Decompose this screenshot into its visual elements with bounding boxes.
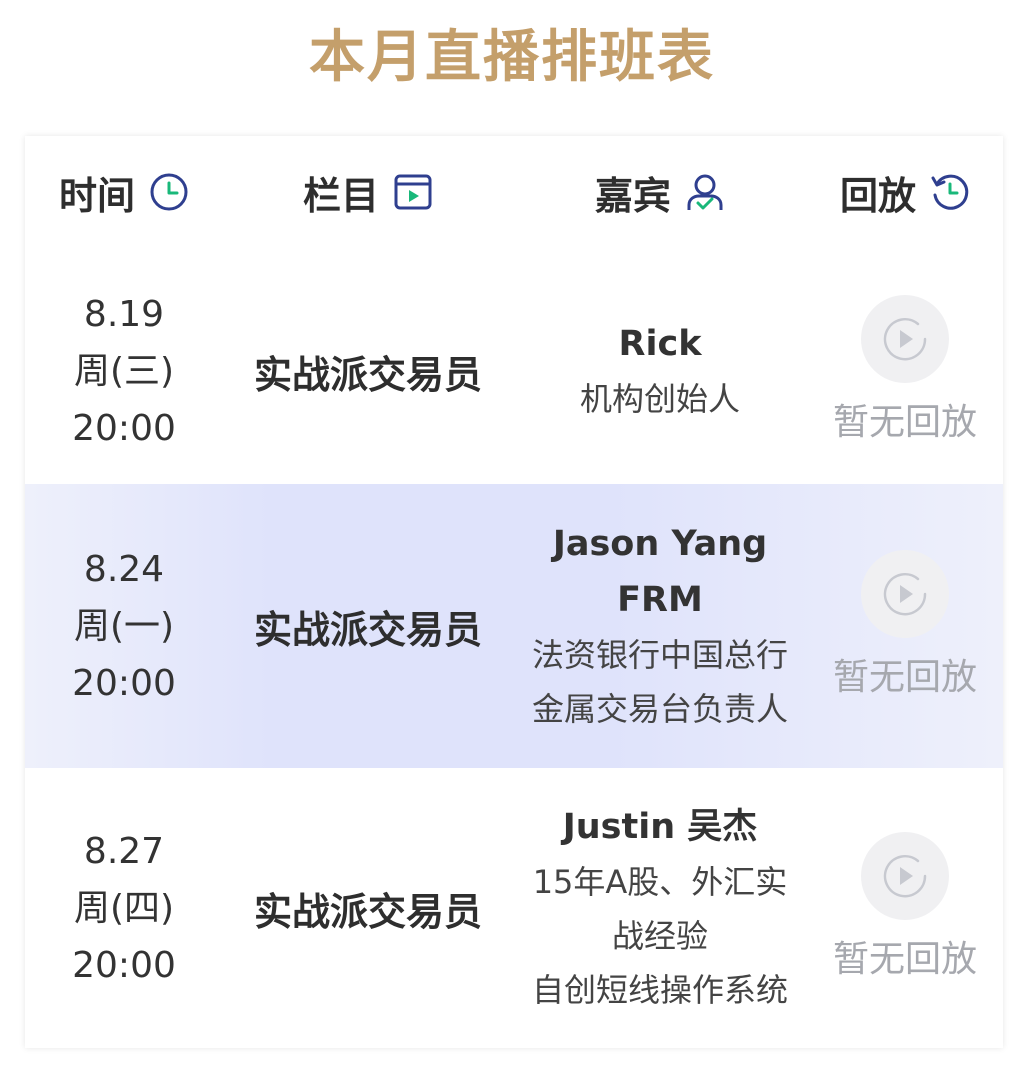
guest-cell: Rick 机构创始人 [513,258,807,484]
replay-cell: 暂无回放 [807,484,1003,768]
header-guest-label: 嘉宾 [594,173,671,218]
guest-name: FRM [617,580,703,620]
header-column-label: 栏目 [302,173,379,218]
guest-description: 15年A股、外汇实 [532,863,788,901]
time-cell: 8.19 周(三) 20:00 [25,258,223,484]
column-name: 实战派交易员 [253,607,482,652]
user-icon [685,172,725,212]
guest-description: 机构创始人 [579,380,740,418]
column-name: 实战派交易员 [253,352,482,397]
guest-cell: Justin 吴杰 15年A股、外汇实 战经验 自创短线操作系统 [513,768,807,1048]
date-text: 8.19 [83,293,165,335]
guest-description: 自创短线操作系统 [531,971,788,1009]
replay-cell: 暂无回放 [807,258,1003,484]
header-column: 栏目 [223,136,513,248]
date-text: 8.24 [83,548,165,590]
page-title: 本月直播排班表 [309,25,715,90]
guest-name: Jason Yang [552,524,768,564]
header-time: 时间 [25,136,223,248]
header-time-label: 时间 [58,173,135,218]
guest-description: 战经验 [611,917,708,955]
table-row: 8.19 周(三) 20:00 实战派交易员 Rick 机构创始人 暂无回放 [25,258,1003,484]
play-circle-icon[interactable] [861,550,949,638]
date-text: 8.27 [83,830,165,872]
time-text: 20:00 [72,944,176,986]
guest-description: 法资银行中国总行 [531,636,788,674]
column-cell: 实战派交易员 [223,258,513,484]
weekday-text: 周(四) [73,887,175,929]
time-text: 20:00 [72,407,176,449]
time-cell: 8.24 周(一) 20:00 [25,484,223,768]
table-header: 时间 栏目 嘉宾 回放 [25,136,1003,248]
column-cell: 实战派交易员 [223,484,513,768]
replay-status: 暂无回放 [832,402,977,443]
guest-name: Justin 吴杰 [562,807,758,847]
time-cell: 8.27 周(四) 20:00 [25,768,223,1048]
weekday-text: 周(三) [73,350,175,392]
column-name: 实战派交易员 [253,889,482,934]
header-guest: 嘉宾 [513,136,807,248]
weekday-text: 周(一) [73,605,175,647]
header-replay: 回放 [807,136,1003,248]
table-row: 8.24 周(一) 20:00 实战派交易员 Jason Yang FRM 法资… [25,484,1003,768]
guest-cell: Jason Yang FRM 法资银行中国总行 金属交易台负责人 [513,484,807,768]
header-replay-label: 回放 [839,173,916,218]
schedule-table: 时间 栏目 嘉宾 回放 8.19 周(三) 20:00 实战派交易员 Rick … [25,136,1003,1048]
guest-name: Rick [618,324,702,364]
time-text: 20:00 [72,662,176,704]
replay-status: 暂无回放 [832,657,977,698]
clock-icon [149,172,189,212]
column-cell: 实战派交易员 [223,768,513,1048]
video-play-icon [393,172,433,212]
table-row: 8.27 周(四) 20:00 实战派交易员 Justin 吴杰 15年A股、外… [25,768,1003,1048]
replay-cell: 暂无回放 [807,768,1003,1048]
play-circle-icon[interactable] [861,832,949,920]
replay-status: 暂无回放 [832,939,977,980]
guest-description: 金属交易台负责人 [531,690,788,728]
play-circle-icon[interactable] [861,295,949,383]
history-icon [930,172,970,212]
